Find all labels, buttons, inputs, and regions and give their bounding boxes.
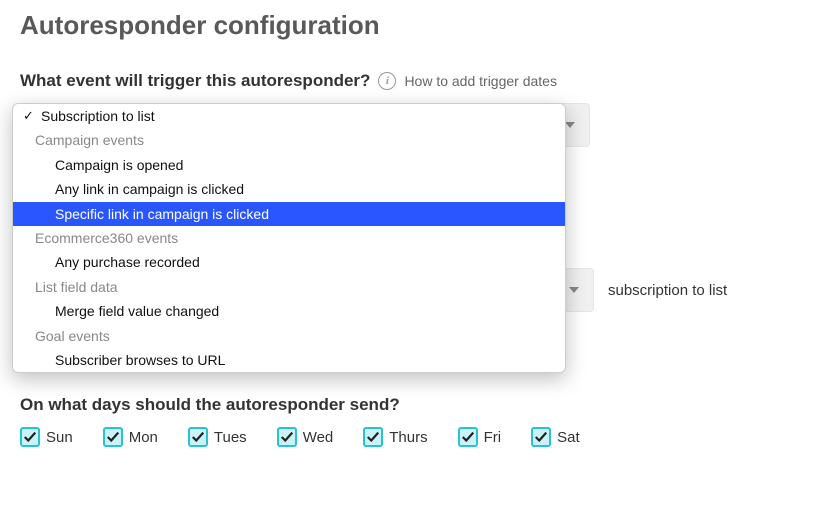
- days-row: Sun Mon Tues Wed Thurs Fri Sat: [20, 427, 798, 447]
- checkbox-icon: [277, 427, 297, 447]
- trigger-section-title: What event will trigger this autorespond…: [20, 71, 798, 91]
- day-label: Thurs: [389, 429, 427, 446]
- dropdown-item-campaign-opened[interactable]: Campaign is opened: [13, 153, 565, 177]
- checkbox-icon: [363, 427, 383, 447]
- dropdown-group-campaign: Campaign events: [13, 128, 565, 152]
- checkbox-icon: [188, 427, 208, 447]
- page-title: Autoresponder configuration: [20, 10, 798, 41]
- dropdown-group-goal: Goal events: [13, 324, 565, 348]
- dropdown-group-ecom: Ecommerce360 events: [13, 226, 565, 250]
- checkbox-icon: [531, 427, 551, 447]
- day-sun[interactable]: Sun: [20, 427, 73, 447]
- dropdown-group-listfield: List field data: [13, 275, 565, 299]
- dropdown-item-any-link[interactable]: Any link in campaign is clicked: [13, 177, 565, 201]
- day-fri[interactable]: Fri: [458, 427, 502, 447]
- day-label: Sun: [46, 429, 73, 446]
- dropdown-item-specific-link[interactable]: Specific link in campaign is clicked: [13, 202, 565, 226]
- day-sat[interactable]: Sat: [531, 427, 580, 447]
- day-wed[interactable]: Wed: [277, 427, 334, 447]
- info-icon[interactable]: i: [378, 72, 396, 90]
- day-tues[interactable]: Tues: [188, 427, 247, 447]
- check-icon: ✓: [23, 106, 34, 127]
- day-label: Wed: [303, 429, 334, 446]
- checkbox-icon: [103, 427, 123, 447]
- day-label: Sat: [557, 429, 580, 446]
- trigger-after-text: subscription to list: [608, 282, 727, 299]
- dropdown-item-label: Subscription to list: [41, 108, 155, 124]
- dropdown-item-browses-url[interactable]: Subscriber browses to URL: [13, 348, 565, 372]
- trigger-hint[interactable]: How to add trigger dates: [404, 73, 557, 89]
- day-label: Mon: [129, 429, 158, 446]
- checkbox-icon: [458, 427, 478, 447]
- trigger-dropdown-popup: ✓ Subscription to list Campaign events C…: [12, 103, 566, 373]
- day-mon[interactable]: Mon: [103, 427, 158, 447]
- days-section-title: On what days should the autoresponder se…: [20, 395, 798, 415]
- dropdown-item-subscription[interactable]: ✓ Subscription to list: [13, 104, 565, 128]
- dropdown-item-purchase[interactable]: Any purchase recorded: [13, 250, 565, 274]
- dropdown-item-mergefield[interactable]: Merge field value changed: [13, 299, 565, 323]
- day-thurs[interactable]: Thurs: [363, 427, 427, 447]
- chevron-down-icon: [569, 287, 579, 293]
- trigger-title-text: What event will trigger this autorespond…: [20, 71, 370, 91]
- day-label: Fri: [484, 429, 502, 446]
- day-label: Tues: [214, 429, 247, 446]
- chevron-down-icon: [565, 122, 575, 128]
- checkbox-icon: [20, 427, 40, 447]
- trigger-controls-area: subscription to list ✓ Subscription to l…: [20, 103, 798, 273]
